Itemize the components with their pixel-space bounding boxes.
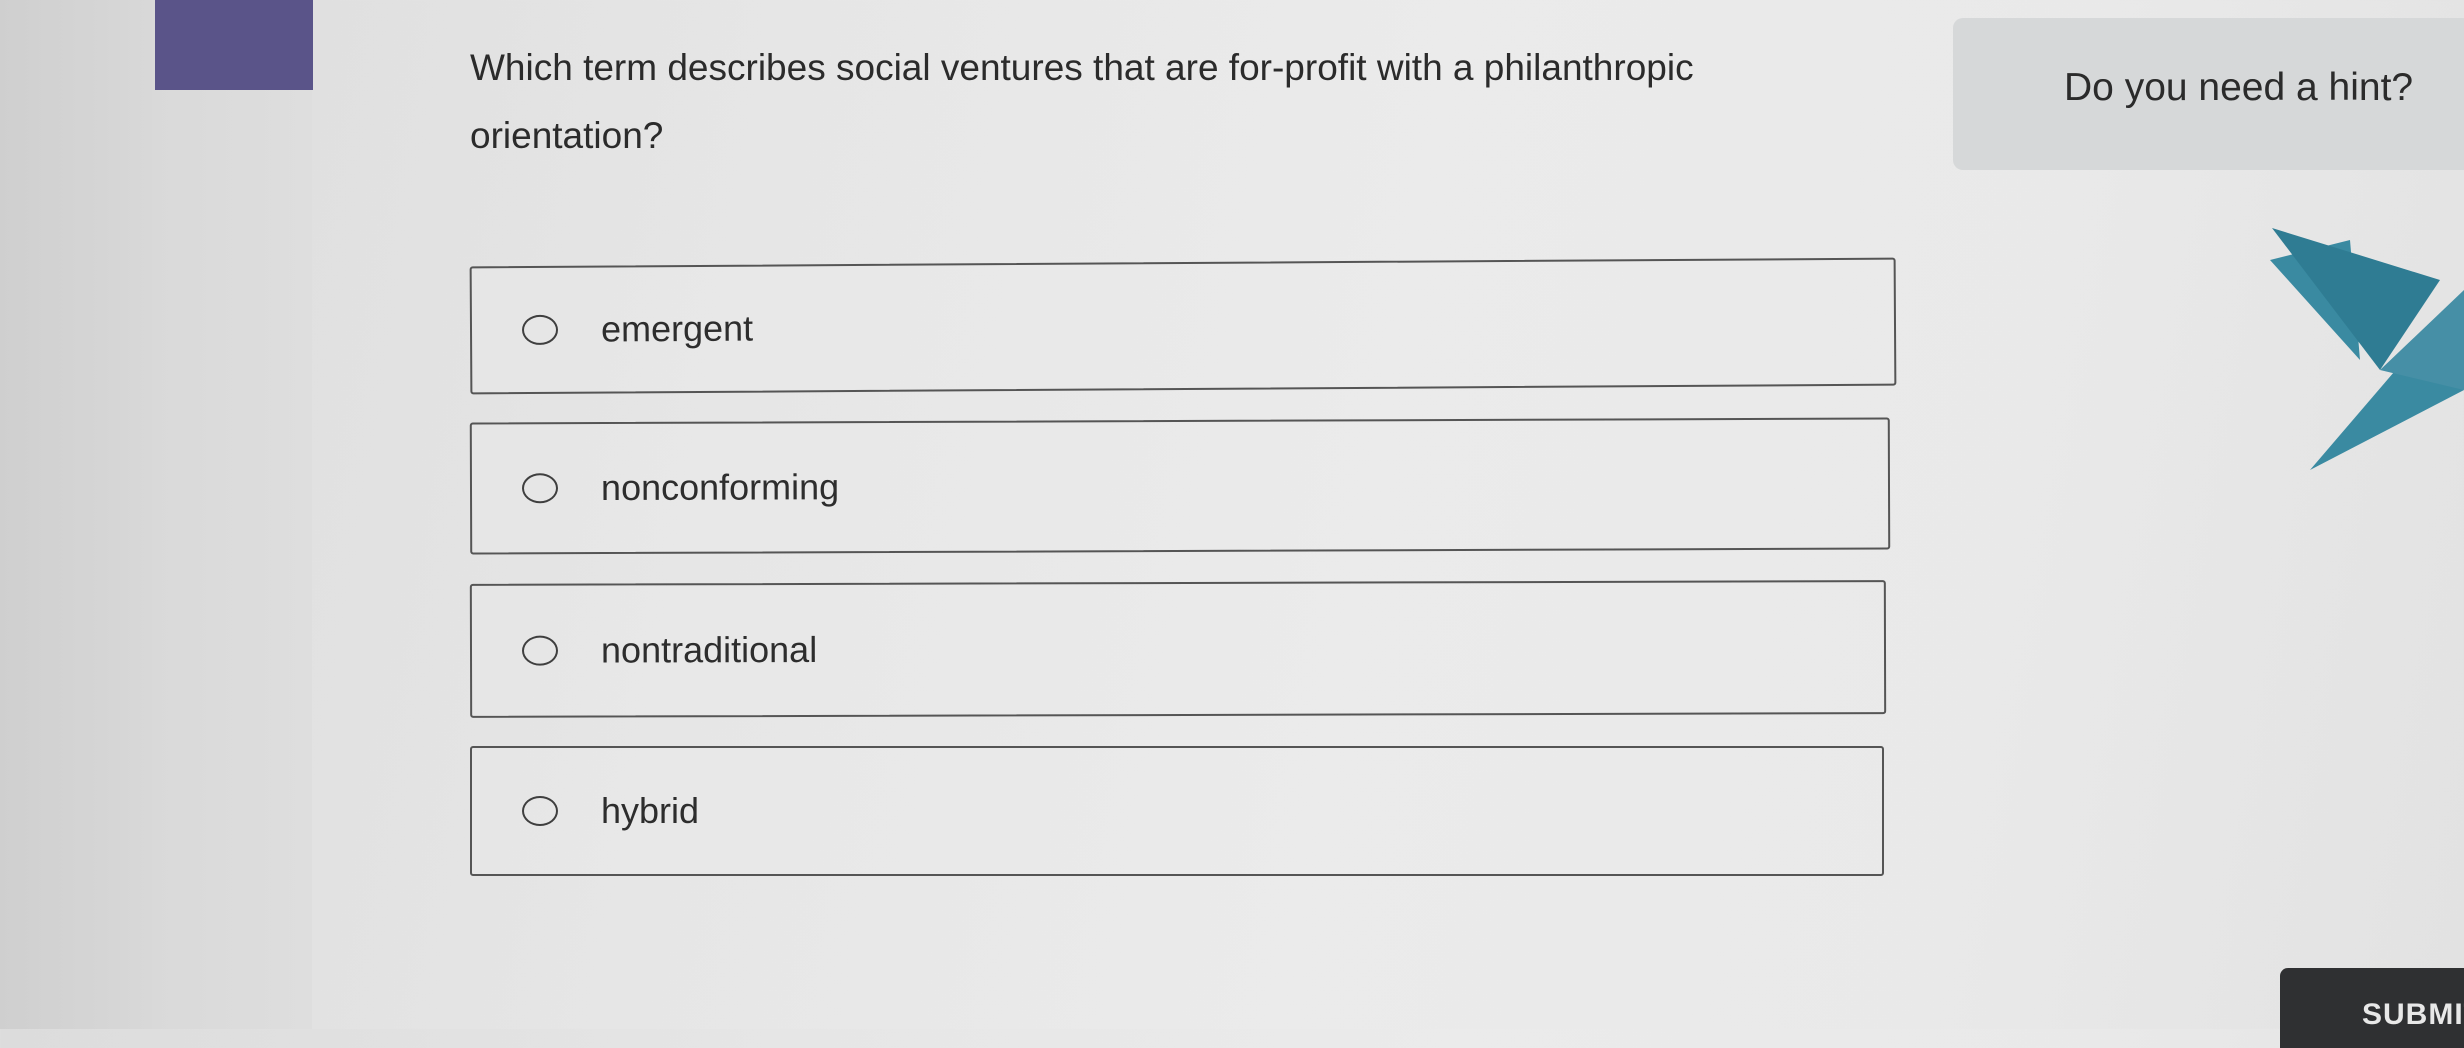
submit-button[interactable]: SUBMIT — [2280, 968, 2464, 1048]
answer-option-nontraditional[interactable]: nontraditional — [469, 580, 1887, 718]
hint-button[interactable]: Do you need a hint? — [1953, 18, 2464, 170]
hint-label: Do you need a hint? — [2064, 66, 2414, 109]
option-label: hybrid — [601, 790, 700, 831]
answer-option-nonconforming[interactable]: nonconforming — [469, 417, 1891, 555]
answer-options: emergent nonconforming nontraditional hy… — [469, 257, 1897, 906]
option-label: nontraditional — [600, 628, 818, 671]
sidebar-tab[interactable] — [155, 0, 313, 90]
question-text: Which term describes social ventures tha… — [470, 47, 1694, 156]
answer-option-hybrid[interactable]: hybrid — [470, 746, 1884, 876]
left-sidebar — [152, 0, 312, 1029]
left-gutter — [0, 0, 152, 1029]
radio-circle-icon[interactable] — [521, 635, 559, 666]
radio-circle-icon[interactable] — [522, 796, 558, 826]
radio-circle-icon[interactable] — [521, 314, 559, 346]
origami-crane-icon — [2270, 228, 2464, 470]
option-label: emergent — [600, 307, 754, 350]
option-label: nonconforming — [600, 466, 840, 509]
radio-circle-icon[interactable] — [521, 473, 559, 504]
answer-option-emergent[interactable]: emergent — [469, 257, 1897, 395]
